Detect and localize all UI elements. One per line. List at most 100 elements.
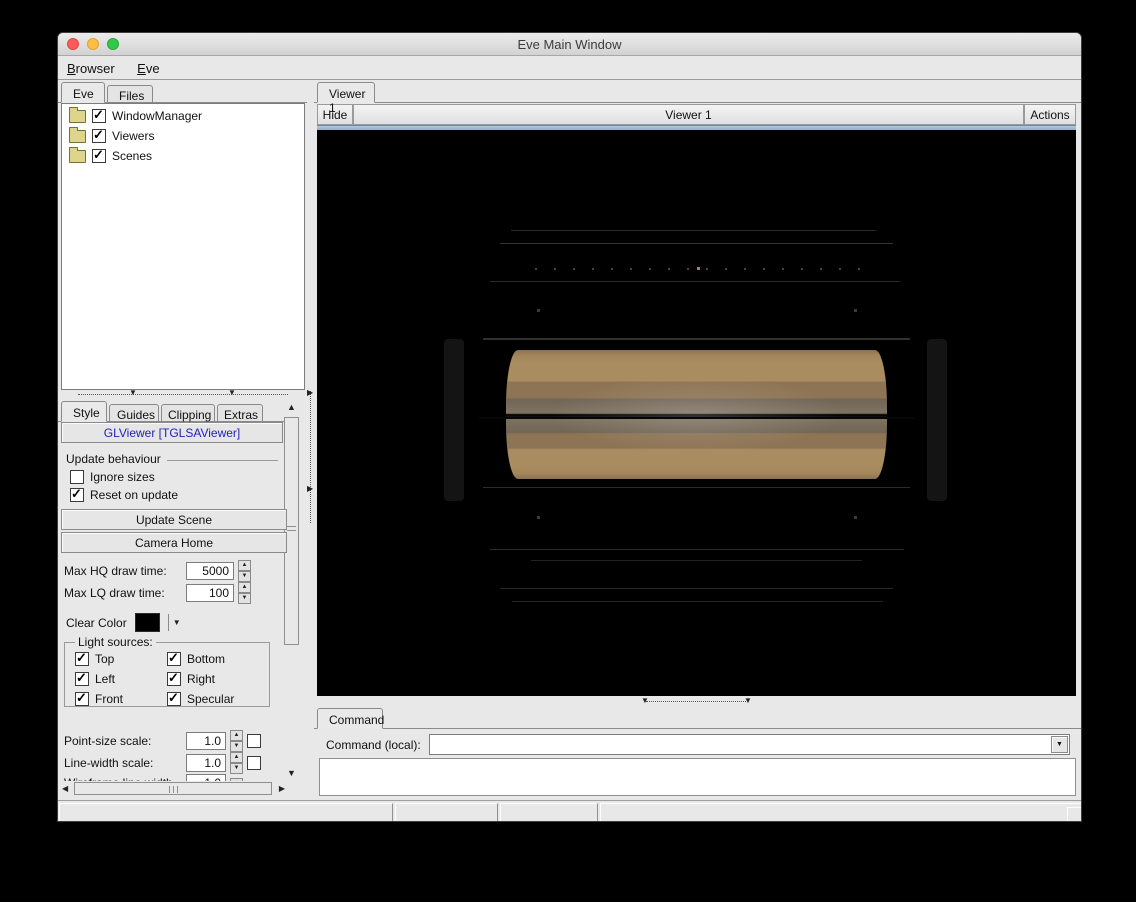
eve-main-window: Eve Main Window Browser Eve Eve Files Wi… [57,32,1082,822]
light-left-row[interactable]: Left [75,670,167,686]
tab-style[interactable]: Style [61,401,107,422]
menu-browser[interactable]: Browser [58,57,124,76]
menu-eve[interactable]: Eve [128,57,168,76]
wire-centerline [479,417,914,419]
wire-line [483,487,910,488]
light-specular-checkbox[interactable] [167,690,181,706]
splitter-down-arrow-icon[interactable]: ▼ [129,389,137,397]
eve-tree: WindowManager Viewers Scenes [61,103,305,390]
clear-color-row: Clear Color ▼ [66,613,181,632]
panel-splitter-handle[interactable] [310,391,311,523]
point-size-input[interactable]: 1.0 [186,732,226,750]
wire-dot [854,309,857,312]
camera-home-button[interactable]: Camera Home [61,532,287,553]
splitter-down-arrow-icon[interactable]: ▼ [641,697,649,705]
left-tabstrip: Eve Files [58,80,307,103]
light-bottom-row[interactable]: Bottom [167,650,265,666]
splitter-down-arrow-icon[interactable]: ▼ [228,389,236,397]
folder-icon [69,126,86,143]
actions-button[interactable]: Actions [1024,104,1076,125]
glviewer-button[interactable]: GLViewer [TGLSAViewer] [61,422,283,443]
screen-background: Eve Main Window Browser Eve Eve Files Wi… [0,0,1136,902]
light-front-row[interactable]: Front [75,690,167,706]
splitter-down-arrow-icon[interactable]: ▼ [744,697,752,705]
ignore-sizes-checkbox-row[interactable]: Ignore sizes [70,470,155,484]
status-cell [395,803,498,821]
gl-viewport[interactable] [317,130,1076,696]
command-input[interactable]: ▼ [428,734,1070,755]
tree-item-scenes[interactable]: Scenes [69,146,304,163]
spin-down-icon[interactable]: ▼ [230,763,243,774]
tree-item-viewers[interactable]: Viewers [69,126,304,143]
status-cell [59,803,393,821]
splitter-right-arrow-icon[interactable]: ▶ [307,485,313,493]
spin-down-icon[interactable]: ▼ [230,741,243,752]
tab-eve[interactable]: Eve [61,82,105,103]
tab-viewer-1[interactable]: Viewer 1 [317,82,375,115]
tab-command[interactable]: Command [317,708,384,729]
spin-up-icon[interactable]: ▲ [238,582,251,593]
max-lq-input[interactable]: 100 [186,584,234,602]
command-output[interactable] [319,758,1076,796]
tree-checkbox[interactable] [92,107,106,123]
light-right-row[interactable]: Right [167,670,265,686]
point-size-stepper[interactable]: ▲ ▼ [230,730,243,752]
line-width-input[interactable]: 1.0 [186,754,226,772]
light-top-checkbox[interactable] [75,650,89,666]
line-width-row: Line-width scale: 1.0 ▲ ▼ [64,752,284,774]
clear-color-dropdown-icon[interactable]: ▼ [173,618,181,627]
light-front-checkbox[interactable] [75,690,89,706]
tree-item-windowmanager[interactable]: WindowManager [69,106,304,123]
tree-item-label[interactable]: Scenes [112,149,152,163]
tree-checkbox[interactable] [92,147,106,163]
ignore-sizes-checkbox[interactable] [70,470,84,484]
detector-cylinder [506,350,887,479]
resize-grip-icon[interactable] [1067,807,1081,821]
tab-clipping[interactable]: Clipping [161,404,215,422]
spin-down-icon[interactable]: ▼ [238,571,251,582]
reset-on-update-checkbox-row[interactable]: Reset on update [70,486,178,502]
command-tabstrip: Command [314,707,1081,729]
line-width-stepper[interactable]: ▲ ▼ [230,752,243,774]
endcap-shadow-right [927,339,947,501]
spin-up-icon[interactable]: ▲ [230,752,243,763]
viewer-command-splitter[interactable] [646,701,746,702]
clear-color-swatch[interactable] [134,613,160,632]
tab-guides[interactable]: Guides [109,404,159,422]
scroll-down-icon[interactable]: ▼ [287,769,296,778]
tab-files[interactable]: Files [107,85,153,103]
horizontal-scrollbar-thumb[interactable] [74,782,272,795]
max-lq-stepper[interactable]: ▲ ▼ [238,582,251,604]
tree-item-label[interactable]: Viewers [112,129,154,143]
max-hq-stepper[interactable]: ▲ ▼ [238,560,251,582]
command-dropdown-icon[interactable]: ▼ [1051,736,1068,753]
scroll-right-icon[interactable]: ▶ [279,785,285,793]
line-width-checkbox[interactable] [247,756,261,770]
update-scene-button[interactable]: Update Scene [61,509,287,530]
wire-line [483,338,910,340]
reset-on-update-checkbox[interactable] [70,486,84,502]
scroll-left-icon[interactable]: ◀ [62,785,68,793]
tree-checkbox[interactable] [92,127,106,143]
tab-extras[interactable]: Extras [217,404,263,422]
splitter-right-arrow-icon[interactable]: ▶ [307,389,313,397]
spin-down-icon[interactable]: ▼ [238,593,251,604]
spin-up-icon[interactable]: ▲ [238,560,251,571]
folder-icon [69,106,86,123]
light-bottom-checkbox[interactable] [167,650,181,666]
light-right-checkbox[interactable] [167,670,181,686]
spin-up-icon[interactable]: ▲ [230,730,243,741]
horizontal-scrollbar[interactable]: ◀ ▶ [61,781,286,797]
vertical-scrollbar-thumb[interactable] [284,417,299,645]
light-top-row[interactable]: Top [75,650,167,666]
point-size-row: Point-size scale: 1.0 ▲ ▼ [64,730,284,752]
tree-item-label[interactable]: WindowManager [112,109,202,123]
point-size-checkbox[interactable] [247,734,261,748]
tree-splitter-handle[interactable] [78,394,288,395]
status-cell [600,803,1081,821]
max-hq-input[interactable]: 5000 [186,562,234,580]
titlebar[interactable]: Eve Main Window [58,33,1081,56]
light-left-checkbox[interactable] [75,670,89,686]
light-specular-row[interactable]: Specular [167,690,265,706]
scroll-up-icon[interactable]: ▲ [287,403,296,412]
